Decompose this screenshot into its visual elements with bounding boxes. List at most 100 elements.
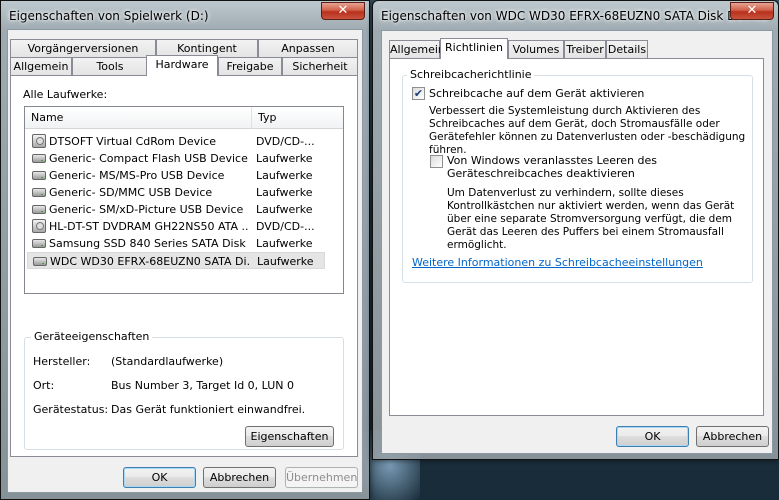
drive-name: Generic- SM/xD-Picture USB Device	[49, 203, 244, 216]
list-item[interactable]: Generic- Compact Flash USB Device Laufwe…	[27, 150, 325, 167]
cd-drive-icon	[32, 219, 46, 233]
apply-button[interactable]: Übernehmen	[285, 467, 358, 488]
tab-richtlinien[interactable]: Richtlinien	[440, 38, 508, 59]
drives-list[interactable]: Name Typ DTSOFT Virtual CdRom Device DVD…	[24, 106, 344, 294]
drive-type: Laufwerke	[257, 255, 314, 268]
tab-hardware[interactable]: Hardware	[146, 55, 218, 76]
list-header: Name Typ	[25, 107, 343, 129]
enable-write-cache-checkbox[interactable]: ✔	[412, 87, 425, 100]
drive-name: DTSOFT Virtual CdRom Device	[49, 135, 216, 148]
tab-freigabe[interactable]: Freigabe	[218, 57, 282, 76]
disable-flush-description: Um Datenverlust zu verhindern, sollte di…	[447, 187, 735, 251]
disk-drive-icon	[32, 154, 46, 163]
tab-label: Treiber	[566, 43, 604, 56]
tab-vorgaengerversionen[interactable]: Vorgängerversionen	[10, 39, 156, 58]
list-item[interactable]: Samsung SSD 840 Series SATA Disk D... La…	[27, 235, 325, 252]
tab-anpassen[interactable]: Anpassen	[258, 39, 358, 58]
all-drives-label: Alle Laufwerke:	[23, 88, 108, 101]
cd-drive-icon	[32, 134, 46, 148]
drive-name: Generic- MS/MS-Pro USB Device	[49, 169, 225, 182]
location-value: Bus Number 3, Target Id 0, LUN 0	[111, 379, 295, 392]
cancel-button[interactable]: Abbrechen	[203, 467, 276, 488]
list-item-selected[interactable]: WDC WD30 EFRX-68EUZN0 SATA Di... Laufwer…	[27, 252, 325, 269]
group-title: Geräteeigenschaften	[31, 330, 153, 343]
tab-details[interactable]: Details	[606, 40, 648, 59]
write-cache-info-link[interactable]: Weitere Informationen zu Schreibcacheein…	[412, 256, 703, 269]
drive-name: Generic- SD/MMC USB Device	[49, 186, 213, 199]
ok-button[interactable]: OK	[123, 467, 196, 488]
tab-label: Richtlinien	[445, 41, 503, 54]
tab-volumes[interactable]: Volumes	[508, 40, 564, 59]
tab-label: Tools	[96, 60, 124, 73]
device-status-value: Das Gerät funktioniert einwandfrei.	[111, 403, 306, 416]
tab-treiber[interactable]: Treiber	[564, 40, 606, 59]
disable-flush-checkbox[interactable]	[430, 155, 443, 168]
window-title: Eigenschaften von Spielwerk (D:)	[9, 9, 209, 23]
write-cache-policy-group: Schreibcacherichtlinie ✔ Schreibcache au…	[402, 68, 753, 283]
tab-label: Details	[607, 43, 647, 56]
disk-drive-icon	[32, 239, 46, 248]
title-bar[interactable]: Eigenschaften von WDC WD30 EFRX-68EUZN0 …	[373, 1, 778, 29]
tab-label: Sicherheit	[292, 60, 348, 73]
drive-properties-window: Eigenschaften von Spielwerk (D:) ✕ Vorgä…	[0, 0, 370, 500]
drive-type: DVD/CD-...	[256, 135, 315, 148]
button-label: Abbrechen	[209, 471, 270, 484]
device-properties-group: Geräteeigenschaften Hersteller: (Standar…	[24, 330, 344, 450]
tab-label: Hardware	[155, 58, 209, 71]
hardware-tab-panel: Alle Laufwerke: Name Typ DTSOFT Virtual …	[10, 75, 358, 457]
button-label: Eigenschaften	[250, 430, 329, 443]
checkmark-icon: ✔	[413, 87, 424, 100]
disk-device-properties-window: Eigenschaften von WDC WD30 EFRX-68EUZN0 …	[372, 0, 779, 460]
tab-tools[interactable]: Tools	[72, 57, 148, 76]
device-status-label: Gerätestatus:	[33, 403, 109, 416]
tab-label: Freigabe	[226, 60, 274, 73]
tab-label: Allgemein	[13, 60, 69, 73]
ok-button[interactable]: OK	[616, 426, 689, 447]
list-item[interactable]: Generic- SM/xD-Picture USB Device Laufwe…	[27, 201, 325, 218]
drive-name: WDC WD30 EFRX-68EUZN0 SATA Di...	[50, 255, 250, 268]
column-header-name[interactable]: Name	[25, 107, 251, 129]
manufacturer-value: (Standardlaufwerke)	[111, 355, 224, 368]
tab-label: Allgemein	[390, 43, 445, 56]
button-label: Abbrechen	[702, 430, 763, 443]
tab-allgemein[interactable]: Allgemein	[10, 57, 72, 76]
disk-drive-icon	[32, 171, 46, 180]
drive-name: Samsung SSD 840 Series SATA Disk D...	[49, 237, 249, 250]
list-item[interactable]: Generic- SD/MMC USB Device Laufwerke	[27, 184, 325, 201]
column-type-label: Typ	[258, 111, 277, 124]
close-icon: ✕	[746, 3, 758, 18]
manufacturer-label: Hersteller:	[33, 355, 91, 368]
list-item[interactable]: HL-DT-ST DVDRAM GH22NS50 ATA ... DVD/CD-…	[27, 218, 325, 235]
location-label: Ort:	[33, 379, 55, 392]
drive-name: Generic- Compact Flash USB Device	[49, 152, 248, 165]
column-header-type[interactable]: Typ	[251, 107, 345, 129]
close-button[interactable]: ✕	[321, 2, 365, 20]
list-item[interactable]: Generic- MS/MS-Pro USB Device Laufwerke	[27, 167, 325, 184]
enable-write-cache-label[interactable]: Schreibcache auf dem Gerät aktivieren	[429, 87, 644, 100]
drive-type: Laufwerke	[256, 203, 313, 216]
policies-tab-panel: Schreibcacherichtlinie ✔ Schreibcache au…	[389, 58, 764, 416]
button-label: Übernehmen	[286, 471, 358, 484]
list-item[interactable]: DTSOFT Virtual CdRom Device DVD/CD-...	[27, 133, 325, 150]
tab-label: Vorgängerversionen	[27, 42, 139, 55]
title-bar[interactable]: Eigenschaften von Spielwerk (D:) ✕	[1, 1, 369, 29]
properties-button[interactable]: Eigenschaften	[245, 426, 334, 447]
tab-allgemein[interactable]: Allgemein	[389, 40, 445, 59]
button-label: OK	[644, 430, 661, 443]
drive-type: Laufwerke	[256, 152, 313, 165]
tab-label: Anpassen	[281, 42, 335, 55]
close-button[interactable]: ✕	[730, 2, 774, 20]
drive-type: DVD/CD-...	[256, 220, 315, 233]
drive-name: HL-DT-ST DVDRAM GH22NS50 ATA ...	[49, 220, 249, 233]
disk-drive-icon	[32, 188, 46, 197]
enable-write-cache-description: Verbessert die Systemleistung durch Akti…	[429, 105, 746, 156]
button-label: OK	[151, 471, 168, 484]
close-icon: ✕	[337, 3, 349, 18]
disk-drive-icon	[32, 205, 46, 214]
cancel-button[interactable]: Abbrechen	[696, 426, 769, 447]
column-name-label: Name	[31, 111, 64, 124]
dialog-client-area: Allgemein Richtlinien Volumes Treiber De…	[381, 30, 773, 454]
disable-flush-label[interactable]: Von Windows veranlasstes Leeren des Gerä…	[447, 154, 737, 180]
tab-sicherheit[interactable]: Sicherheit	[282, 57, 358, 76]
disk-drive-icon	[33, 257, 47, 266]
